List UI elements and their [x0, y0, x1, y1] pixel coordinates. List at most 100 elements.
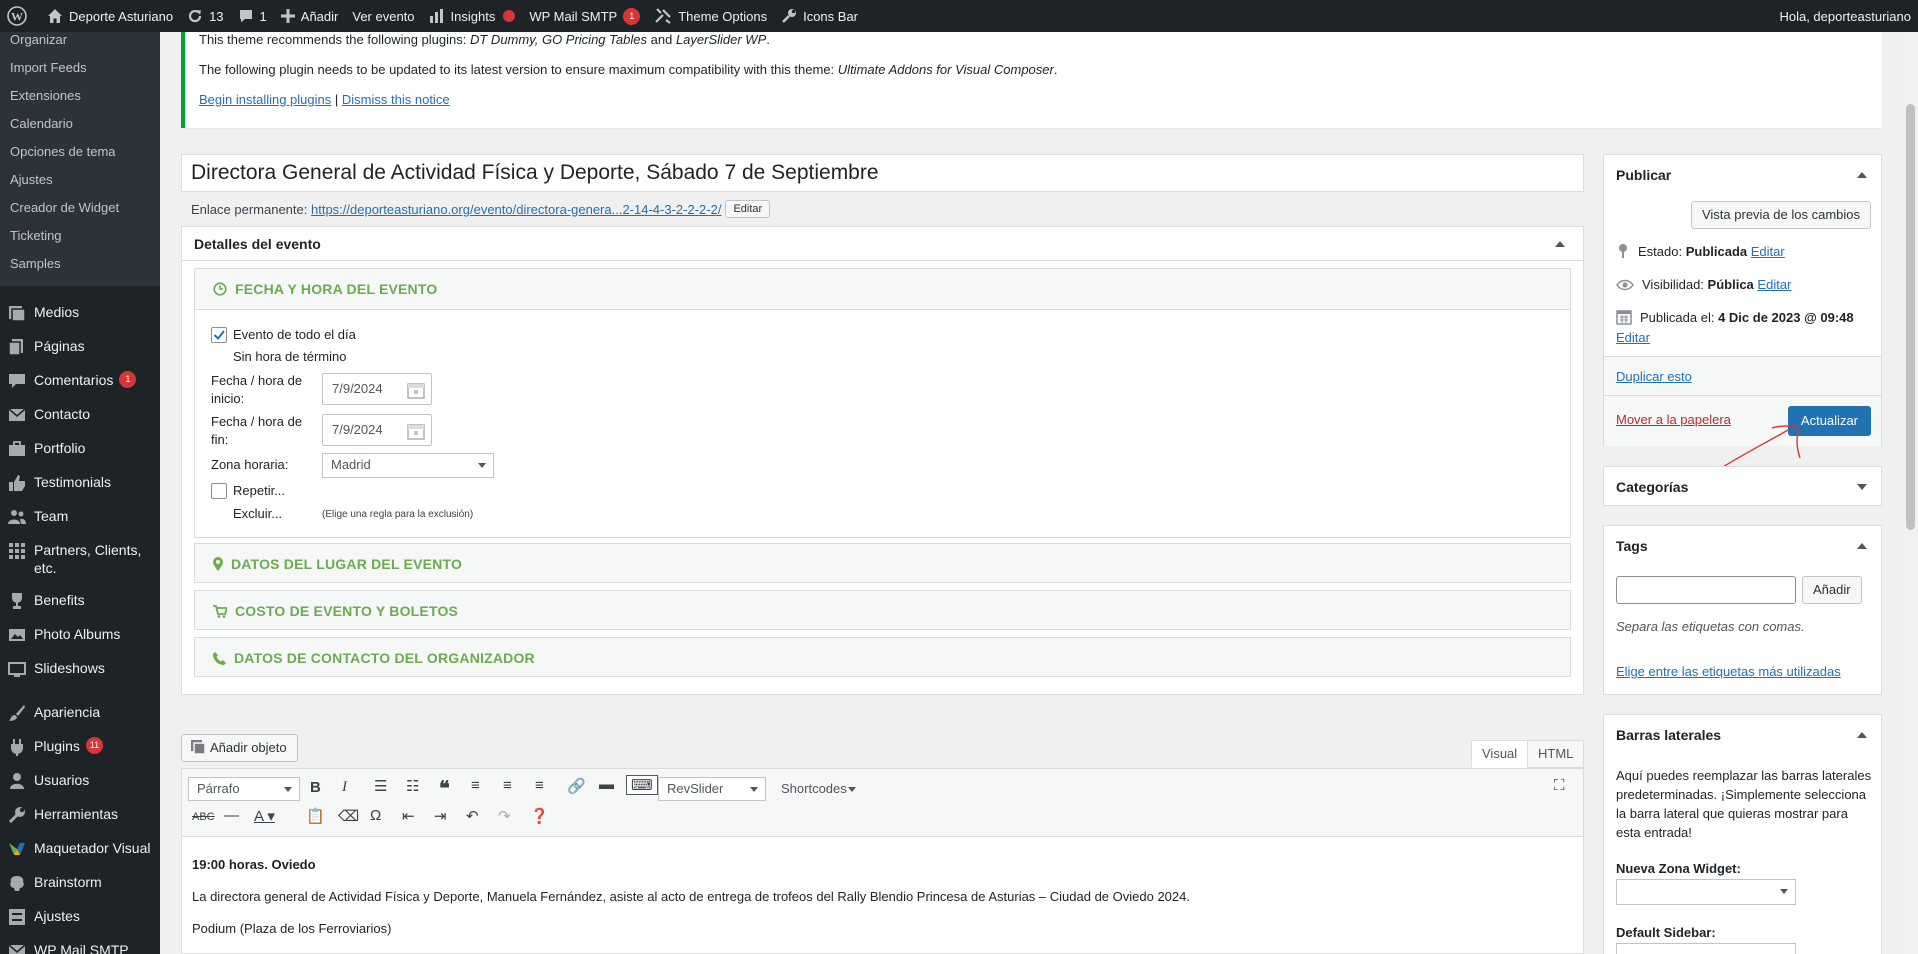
sidebar-item-plugins[interactable]: Plugins 11: [0, 730, 160, 764]
tab-visual[interactable]: Visual: [1471, 740, 1529, 768]
sidebar-item-medios[interactable]: Medios: [0, 296, 160, 330]
sidebar-item-wp-mail-smtp[interactable]: WP Mail SMTP: [0, 934, 160, 954]
event-details-header[interactable]: Detalles del evento: [182, 227, 1583, 261]
edit-date-link[interactable]: Editar: [1616, 330, 1650, 345]
sidebar-item-maquetador[interactable]: Maquetador Visual: [0, 832, 160, 866]
align-left-icon[interactable]: ≡: [471, 777, 480, 794]
organizer-header[interactable]: DATOS DE CONTACTO DEL ORGANIZADOR: [195, 638, 1570, 678]
page-scrollbar[interactable]: [1902, 32, 1918, 954]
theme-options-link[interactable]: Theme Options: [647, 0, 774, 32]
strikethrough-icon[interactable]: ABC: [192, 811, 215, 823]
date-time-header[interactable]: FECHA Y HORA DEL EVENTO: [195, 269, 1570, 309]
calendar-icon[interactable]: [407, 422, 425, 440]
venue-header[interactable]: DATOS DEL LUGAR DEL EVENTO: [195, 544, 1570, 584]
permalink-link[interactable]: https://deporteasturiano.org/evento/dire…: [311, 202, 721, 217]
new-content-link[interactable]: Añadir: [274, 0, 346, 32]
sidebar-item-partners[interactable]: Partners, Clients, etc.: [0, 534, 160, 584]
shortcodes-dropdown[interactable]: Shortcodes: [772, 777, 864, 801]
submenu-item[interactable]: Import Feeds: [0, 54, 160, 82]
add-media-button[interactable]: Añadir objeto: [181, 734, 298, 762]
post-title-input[interactable]: Directora General de Actividad Física y …: [181, 154, 1584, 192]
collapse-arrow-icon[interactable]: [1555, 241, 1565, 247]
venue-section[interactable]: DATOS DEL LUGAR DEL EVENTO: [194, 543, 1571, 583]
sidebar-item-apariencia[interactable]: Apariencia: [0, 696, 160, 730]
begin-installing-link[interactable]: Begin installing plugins: [199, 92, 331, 107]
sidebar-item-paginas[interactable]: Páginas: [0, 330, 160, 364]
align-right-icon[interactable]: ≡: [535, 777, 544, 794]
tags-header[interactable]: Tags: [1604, 526, 1881, 566]
categories-box[interactable]: Categorías: [1603, 466, 1882, 506]
most-used-tags-link[interactable]: Elige entre las etiquetas más utilizadas: [1616, 664, 1841, 679]
dismiss-notice-link[interactable]: Dismiss this notice: [342, 92, 450, 107]
all-day-checkbox[interactable]: [211, 327, 227, 343]
sidebar-item-benefits[interactable]: Benefits: [0, 584, 160, 618]
icons-bar-link[interactable]: Icons Bar: [774, 0, 865, 32]
indent-icon[interactable]: ⇥: [434, 807, 447, 825]
sidebar-item-contacto[interactable]: Contacto: [0, 398, 160, 432]
outdent-icon[interactable]: ⇤: [402, 807, 415, 825]
read-more-icon[interactable]: ▬: [599, 776, 614, 793]
wp-logo-icon[interactable]: W: [0, 0, 40, 32]
sidebars-header[interactable]: Barras laterales: [1604, 715, 1881, 755]
submenu-item[interactable]: Samples: [0, 250, 160, 278]
timezone-select[interactable]: Madrid: [322, 453, 494, 478]
add-tag-button[interactable]: Añadir: [1802, 576, 1862, 604]
submenu-item[interactable]: Opciones de tema: [0, 138, 160, 166]
calendar-icon[interactable]: [407, 381, 425, 399]
sidebar-item-portfolio[interactable]: Portfolio: [0, 432, 160, 466]
cost-section[interactable]: COSTO DE EVENTO Y BOLETOS: [194, 590, 1571, 630]
sidebar-item-comentarios[interactable]: Comentarios 1: [0, 364, 160, 398]
expand-arrow-icon[interactable]: [1857, 484, 1867, 490]
revslider-select[interactable]: RevSlider: [658, 777, 766, 801]
updates-link[interactable]: 13: [180, 0, 230, 32]
edit-visibility-link[interactable]: Editar: [1757, 277, 1791, 292]
submenu-item[interactable]: Calendario: [0, 110, 160, 138]
site-name-link[interactable]: Deporte Asturiano: [40, 0, 180, 32]
scrollbar-thumb[interactable]: [1906, 104, 1915, 530]
view-event-link[interactable]: Ver evento: [345, 0, 421, 32]
clear-formatting-icon[interactable]: ⌫: [338, 807, 359, 825]
blockquote-icon[interactable]: ❝: [439, 776, 450, 801]
organizer-section[interactable]: DATOS DE CONTACTO DEL ORGANIZADOR: [194, 637, 1571, 677]
sidebar-item-usuarios[interactable]: Usuarios: [0, 764, 160, 798]
paste-text-icon[interactable]: 📋: [306, 807, 325, 825]
bullet-list-icon[interactable]: ☰: [374, 777, 387, 795]
exclude-label[interactable]: Excluir...: [233, 505, 282, 523]
special-character-icon[interactable]: Ω: [370, 807, 381, 824]
numbered-list-icon[interactable]: ☷: [406, 777, 419, 795]
submenu-item[interactable]: Ajustes: [0, 166, 160, 194]
sidebar-item-herramientas[interactable]: Herramientas: [0, 798, 160, 832]
submenu-item[interactable]: Creador de Widget: [0, 194, 160, 222]
sidebar-item-brainstorm[interactable]: Brainstorm: [0, 866, 160, 900]
categories-header[interactable]: Categorías: [1604, 467, 1881, 507]
preview-changes-button[interactable]: Vista previa de los cambios: [1690, 201, 1871, 229]
submenu-item[interactable]: Extensiones: [0, 82, 160, 110]
comments-link[interactable]: 1: [231, 0, 274, 32]
sidebar-item-photo-albums[interactable]: Photo Albums: [0, 618, 160, 652]
format-select[interactable]: Párrafo: [188, 777, 300, 801]
new-zone-select[interactable]: [1616, 879, 1796, 905]
redo-icon[interactable]: ↷: [498, 807, 511, 825]
start-date-input[interactable]: 7/9/2024: [322, 373, 432, 405]
cost-header[interactable]: COSTO DE EVENTO Y BOLETOS: [195, 591, 1570, 631]
undo-icon[interactable]: ↶: [466, 807, 479, 825]
align-center-icon[interactable]: ≡: [503, 777, 512, 794]
collapse-arrow-icon[interactable]: [1857, 172, 1867, 178]
sidebar-item-ajustes[interactable]: Ajustes: [0, 900, 160, 934]
fullscreen-icon[interactable]: ⛶: [1554, 777, 1565, 794]
link-icon[interactable]: 🔗: [567, 777, 586, 795]
tab-html[interactable]: HTML: [1527, 740, 1585, 768]
end-date-input[interactable]: 7/9/2024: [322, 414, 432, 446]
default-sidebar-select[interactable]: [1616, 943, 1796, 954]
account-link[interactable]: Hola, deporteasturiano: [1772, 0, 1918, 32]
italic-icon[interactable]: I: [342, 779, 347, 796]
text-color-icon[interactable]: A ▾: [254, 807, 275, 825]
sidebar-item-team[interactable]: Team: [0, 500, 160, 534]
sidebar-item-testimonials[interactable]: Testimonials: [0, 466, 160, 500]
tags-input[interactable]: [1616, 576, 1796, 604]
edit-status-link[interactable]: Editar: [1751, 244, 1785, 259]
submenu-item[interactable]: Ticketing: [0, 222, 160, 250]
duplicate-link[interactable]: Duplicar esto: [1616, 369, 1692, 384]
help-icon[interactable]: ❓: [530, 807, 549, 825]
publish-header[interactable]: Publicar: [1604, 155, 1881, 195]
